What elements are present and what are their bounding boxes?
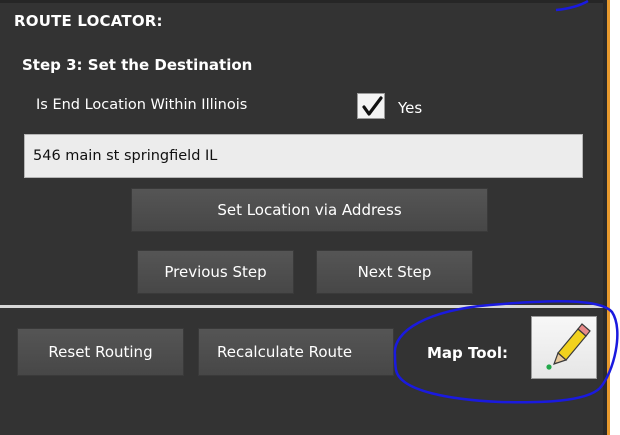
illinois-checkbox[interactable] (357, 93, 385, 119)
reset-routing-button[interactable]: Reset Routing (17, 328, 184, 376)
step-title: Step 3: Set the Destination (22, 56, 253, 74)
pencil-icon (546, 323, 591, 370)
scrollbar-accent[interactable] (607, 0, 610, 435)
illinois-question-label: Is End Location Within Illinois (36, 97, 248, 113)
section-divider (0, 305, 603, 308)
top-border (0, 0, 603, 3)
recalculate-route-button[interactable]: Recalculate Route (198, 328, 394, 376)
yes-label: Yes (398, 99, 423, 117)
checkmark-icon (362, 96, 383, 116)
previous-step-button[interactable]: Previous Step (137, 250, 294, 294)
address-input[interactable] (24, 134, 583, 178)
next-step-button[interactable]: Next Step (316, 250, 473, 294)
set-location-button[interactable]: Set Location via Address (131, 188, 488, 232)
panel-header: ROUTE LOCATOR: (14, 12, 163, 30)
map-tool-button[interactable] (531, 316, 597, 379)
map-tool-label: Map Tool: (427, 344, 508, 362)
